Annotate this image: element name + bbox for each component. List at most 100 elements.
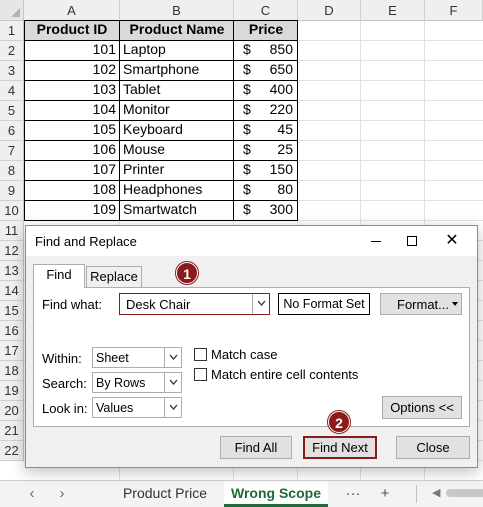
chevron-down-icon[interactable] xyxy=(164,373,181,392)
row-header-3[interactable]: 3 xyxy=(0,61,24,81)
close-button[interactable]: Close xyxy=(396,436,470,459)
column-header-f[interactable]: F xyxy=(425,0,483,21)
horizontal-scrollbar-thumb[interactable] xyxy=(446,489,483,497)
row-header-21[interactable]: 21 xyxy=(0,421,24,441)
row-header-12[interactable]: 12 xyxy=(0,241,24,261)
cell-product-id[interactable]: 105 xyxy=(24,120,120,140)
sheet-tab-product-price[interactable]: Product Price xyxy=(112,481,218,507)
tab-replace-label: Replace xyxy=(90,269,138,284)
cell-product-id[interactable]: 107 xyxy=(24,160,120,180)
row-header-22[interactable]: 22 xyxy=(0,441,24,461)
cell-product-name[interactable]: Smartwatch xyxy=(120,200,234,220)
cell-product-id[interactable]: 108 xyxy=(24,180,120,200)
row-header-9[interactable]: 9 xyxy=(0,181,24,201)
cell-product-id[interactable]: 101 xyxy=(24,40,120,60)
cell-product-name[interactable]: Laptop xyxy=(120,40,234,60)
row-header-18[interactable]: 18 xyxy=(0,361,24,381)
cell-price[interactable]: $25 xyxy=(234,140,298,160)
within-select[interactable]: Sheet xyxy=(92,347,182,368)
cell-price[interactable]: $300 xyxy=(234,200,298,220)
select-all-corner[interactable] xyxy=(0,0,24,21)
sheet-tab-wrong-scope[interactable]: Wrong Scope xyxy=(224,481,328,507)
row-header-11[interactable]: 11 xyxy=(0,221,24,241)
maximize-icon[interactable] xyxy=(394,226,430,256)
format-button[interactable]: Format... xyxy=(380,293,462,315)
row-header-15[interactable]: 15 xyxy=(0,301,24,321)
column-header-e[interactable]: E xyxy=(361,0,425,21)
find-all-button[interactable]: Find All xyxy=(220,436,292,459)
cell-product-id[interactable]: 104 xyxy=(24,100,120,120)
tab-replace[interactable]: Replace xyxy=(86,266,142,288)
find-next-button[interactable]: Find Next xyxy=(303,436,377,459)
row-header-14[interactable]: 14 xyxy=(0,281,24,301)
row-header-7[interactable]: 7 xyxy=(0,141,24,161)
row-header-4[interactable]: 4 xyxy=(0,81,24,101)
match-case-checkbox[interactable] xyxy=(194,348,207,361)
next-sheet-icon[interactable]: › xyxy=(52,485,72,503)
cell-product-name[interactable]: Monitor xyxy=(120,100,234,120)
cell-price[interactable]: $220 xyxy=(234,100,298,120)
cell-product-name[interactable]: Keyboard xyxy=(120,120,234,140)
dialog-title: Find and Replace xyxy=(35,234,137,249)
search-label: Search: xyxy=(42,376,87,391)
dialog-titlebar[interactable]: Find and Replace ✕ xyxy=(26,226,477,256)
add-sheet-icon[interactable]: + xyxy=(374,483,396,505)
caret-down-icon[interactable] xyxy=(452,302,458,306)
row-header-6[interactable]: 6 xyxy=(0,121,24,141)
header-cell-price[interactable]: Price xyxy=(234,20,298,40)
options-button[interactable]: Options << xyxy=(382,396,462,419)
within-value: Sheet xyxy=(96,351,129,365)
currency-symbol: $ xyxy=(243,101,251,117)
cell-price[interactable]: $850 xyxy=(234,40,298,60)
table-border xyxy=(24,220,298,221)
cell-price[interactable]: $150 xyxy=(234,160,298,180)
row-header-2[interactable]: 2 xyxy=(0,41,24,61)
cell-product-id[interactable]: 103 xyxy=(24,80,120,100)
close-icon[interactable]: ✕ xyxy=(434,226,470,256)
row-header-17[interactable]: 17 xyxy=(0,341,24,361)
row-header-13[interactable]: 13 xyxy=(0,261,24,281)
row-header-19[interactable]: 19 xyxy=(0,381,24,401)
cell-price[interactable]: $45 xyxy=(234,120,298,140)
header-cell-product-name[interactable]: Product Name xyxy=(120,20,234,40)
cell-product-name[interactable]: Mouse xyxy=(120,140,234,160)
match-entire-cell-checkbox[interactable] xyxy=(194,368,207,381)
find-what-input[interactable]: Desk Chair xyxy=(119,293,270,315)
cell-price[interactable]: $650 xyxy=(234,60,298,80)
column-header-c[interactable]: C xyxy=(234,0,298,21)
cell-product-id[interactable]: 106 xyxy=(24,140,120,160)
tab-find[interactable]: Find xyxy=(33,264,85,288)
chevron-down-icon[interactable] xyxy=(252,294,269,314)
row-header-1[interactable]: 1 xyxy=(0,21,24,41)
cell-product-id[interactable]: 109 xyxy=(24,200,120,220)
column-header-a[interactable]: A xyxy=(24,0,120,21)
search-order-select[interactable]: By Rows xyxy=(92,372,182,393)
chevron-down-icon[interactable] xyxy=(164,398,181,417)
column-header-d[interactable]: D xyxy=(298,0,361,21)
row-header-10[interactable]: 10 xyxy=(0,201,24,221)
callout-badge-2: 2 xyxy=(328,411,350,433)
match-entire-cell-label: Match entire cell contents xyxy=(211,367,359,382)
row-header-20[interactable]: 20 xyxy=(0,401,24,421)
table-border xyxy=(24,200,298,201)
minimize-icon[interactable] xyxy=(358,226,394,256)
price-value: 220 xyxy=(269,101,293,117)
cell-product-name[interactable]: Headphones xyxy=(120,180,234,200)
cell-product-name[interactable]: Printer xyxy=(120,160,234,180)
scroll-left-icon[interactable]: ◀ xyxy=(432,485,444,501)
more-sheets-icon[interactable]: ··· xyxy=(342,483,364,505)
cell-product-name[interactable]: Tablet xyxy=(120,80,234,100)
cell-product-id[interactable]: 102 xyxy=(24,60,120,80)
look-in-select[interactable]: Values xyxy=(92,397,182,418)
cell-price[interactable]: $400 xyxy=(234,80,298,100)
row-header-16[interactable]: 16 xyxy=(0,321,24,341)
row-header-5[interactable]: 5 xyxy=(0,101,24,121)
chevron-down-icon[interactable] xyxy=(164,348,181,367)
price-value: 300 xyxy=(269,201,293,217)
row-header-8[interactable]: 8 xyxy=(0,161,24,181)
column-header-b[interactable]: B xyxy=(120,0,234,21)
cell-price[interactable]: $80 xyxy=(234,180,298,200)
header-cell-product-id[interactable]: Product ID xyxy=(24,20,120,40)
prev-sheet-icon[interactable]: ‹ xyxy=(22,485,42,503)
cell-product-name[interactable]: Smartphone xyxy=(120,60,234,80)
